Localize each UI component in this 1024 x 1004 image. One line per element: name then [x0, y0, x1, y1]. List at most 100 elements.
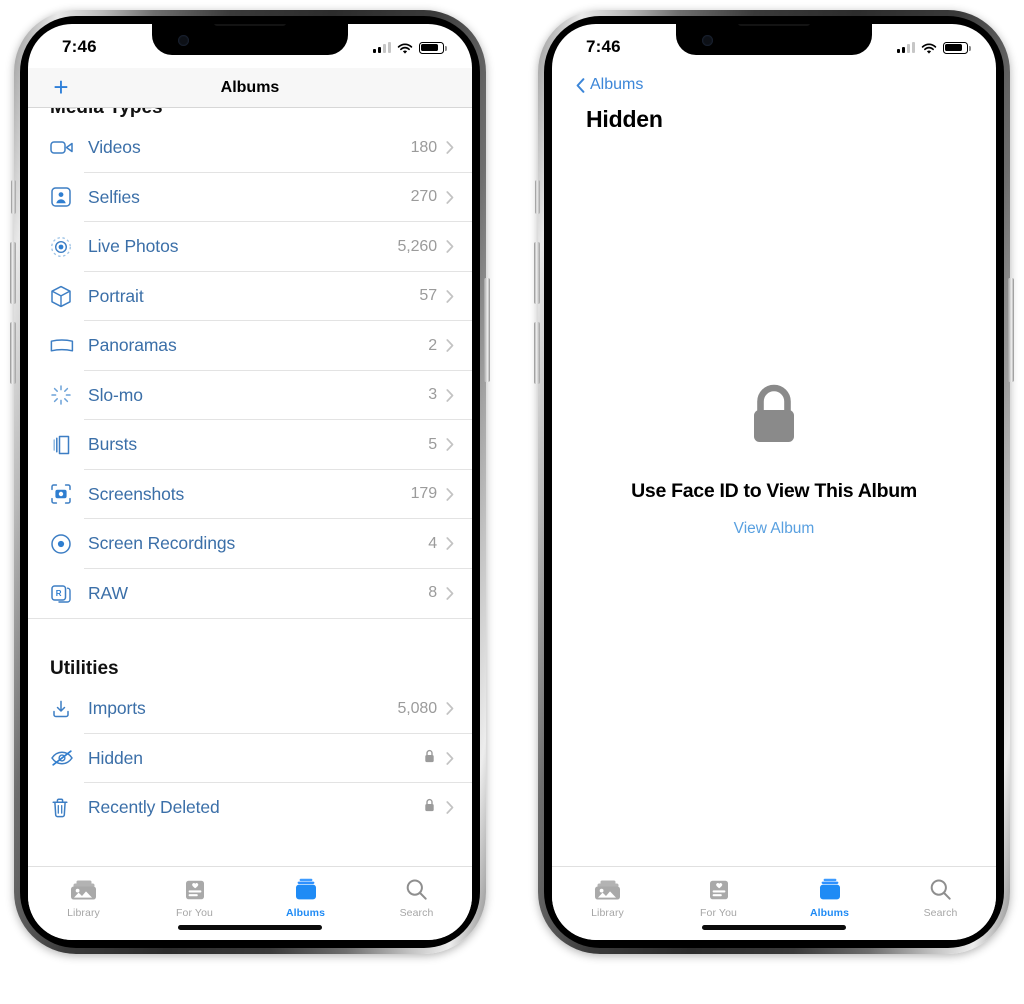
- volume-down-button[interactable]: [10, 322, 16, 384]
- selfie-person-icon: [50, 184, 80, 210]
- status-time: 7:46: [586, 37, 621, 56]
- chevron-right-icon: [446, 289, 454, 303]
- imports-icon: [50, 696, 80, 722]
- list-item-label: Screen Recordings: [88, 533, 236, 554]
- chevron-right-icon: [446, 141, 454, 155]
- chevron-right-icon: [446, 487, 454, 501]
- list-item[interactable]: R RAW 8: [28, 569, 472, 619]
- back-button[interactable]: Albums: [576, 76, 643, 94]
- add-album-button[interactable]: +: [50, 74, 72, 100]
- notch: [676, 24, 872, 55]
- list-item[interactable]: Videos 180: [28, 123, 472, 173]
- portrait-cube-icon: [50, 283, 80, 309]
- chevron-right-icon: [446, 801, 454, 815]
- list-item-label: Panoramas: [88, 335, 177, 356]
- list-item[interactable]: Screen Recordings 4: [28, 519, 472, 569]
- tab-label: Albums: [285, 907, 326, 919]
- mute-switch[interactable]: [11, 180, 16, 214]
- chevron-right-icon: [446, 537, 454, 551]
- tab-search[interactable]: Search: [885, 877, 996, 919]
- lock-closed-icon: [424, 798, 435, 817]
- view-album-button[interactable]: View Album: [734, 520, 815, 538]
- section-header-media-types: Media Types: [28, 108, 472, 123]
- list-item-count: 270: [410, 188, 438, 206]
- tab-for-you[interactable]: For You: [663, 877, 774, 919]
- tab-bar: Library For You Albums Search: [28, 866, 472, 940]
- list-item-count: 5,080: [397, 699, 437, 717]
- tab-library[interactable]: Library: [28, 877, 139, 919]
- list-item-label: Videos: [88, 137, 141, 158]
- list-item[interactable]: Bursts 5: [28, 420, 472, 470]
- section-header-utilities: Utilities: [50, 658, 119, 679]
- list-item-label: RAW: [88, 582, 128, 603]
- list-item[interactable]: Recently Deleted: [28, 783, 472, 833]
- for-you-card-icon: [184, 877, 206, 902]
- list-item-label: Screenshots: [88, 483, 185, 504]
- list-item[interactable]: Live Photos 5,260: [28, 222, 472, 272]
- mute-switch[interactable]: [535, 180, 540, 214]
- tab-albums[interactable]: Albums: [250, 877, 361, 919]
- raw-icon: R: [50, 580, 80, 606]
- library-photos-icon: [594, 877, 621, 902]
- list-item[interactable]: Selfies 270: [28, 173, 472, 222]
- list-item-count: 3: [428, 386, 437, 404]
- home-indicator[interactable]: [178, 924, 322, 930]
- library-photos-icon: [70, 877, 97, 902]
- albums-list[interactable]: Media Types Videos 180 Selfies 2: [28, 108, 472, 866]
- chevron-right-icon: [446, 388, 454, 402]
- utilities-rows: Imports 5,080 Hidden Recently Deleted: [28, 684, 472, 833]
- chevron-right-icon: [446, 586, 454, 600]
- locked-headline: Use Face ID to View This Album: [631, 479, 917, 502]
- list-item[interactable]: Slo-mo 3: [28, 371, 472, 420]
- list-item-label: Bursts: [88, 434, 137, 455]
- front-camera-icon: [178, 35, 189, 46]
- phone-hidden-album: 7:46 Albums Hidden Use Face ID to View T…: [534, 10, 1014, 954]
- chevron-right-icon: [446, 190, 454, 204]
- power-button[interactable]: [484, 278, 490, 382]
- locked-album-state: Use Face ID to View This Album View Albu…: [552, 132, 996, 866]
- media-types-rows: Videos 180 Selfies 270 Live Photos 5,260…: [28, 123, 472, 618]
- volume-up-button[interactable]: [10, 242, 16, 304]
- battery-icon: [943, 41, 971, 54]
- tab-label: For You: [700, 907, 737, 919]
- list-item-label: Hidden: [88, 747, 143, 768]
- live-photo-icon: [50, 234, 80, 260]
- navigation-bar: Albums: [552, 68, 996, 98]
- tab-search[interactable]: Search: [361, 877, 472, 919]
- tab-albums[interactable]: Albums: [774, 877, 885, 919]
- list-item-label: Live Photos: [88, 236, 179, 257]
- slo-mo-icon: [50, 382, 80, 408]
- chevron-left-icon: [576, 77, 585, 93]
- tab-for-you[interactable]: For You: [139, 877, 250, 919]
- list-item[interactable]: Portrait 57: [28, 272, 472, 321]
- home-indicator[interactable]: [702, 924, 846, 930]
- tab-library[interactable]: Library: [552, 877, 663, 919]
- list-item[interactable]: Panoramas 2: [28, 321, 472, 371]
- list-item-count: 5,260: [397, 237, 437, 255]
- tab-label: Library: [591, 907, 624, 919]
- earpiece-speaker: [738, 24, 810, 26]
- tab-label: For You: [176, 907, 213, 919]
- battery-icon: [419, 41, 447, 54]
- screenshots-icon: [50, 481, 80, 507]
- list-item-count: 2: [428, 336, 437, 354]
- list-item-count: 8: [428, 584, 437, 602]
- list-item[interactable]: Imports 5,080: [28, 684, 472, 734]
- bursts-icon: [50, 432, 80, 458]
- volume-down-button[interactable]: [534, 322, 540, 384]
- front-camera-icon: [702, 35, 713, 46]
- tab-label: Search: [923, 907, 958, 919]
- list-item-label: Recently Deleted: [88, 797, 220, 818]
- list-item[interactable]: Hidden: [28, 734, 472, 783]
- power-button[interactable]: [1008, 278, 1014, 382]
- svg-text:R: R: [56, 589, 62, 598]
- back-button-label: Albums: [590, 76, 644, 93]
- navigation-bar: + Albums: [28, 68, 472, 108]
- chevron-right-icon: [446, 751, 454, 765]
- list-item[interactable]: Screenshots 179: [28, 470, 472, 519]
- albums-stack-icon: [294, 877, 318, 902]
- screen-recording-icon: [50, 531, 80, 557]
- search-magnifier-icon: [929, 877, 952, 902]
- volume-up-button[interactable]: [534, 242, 540, 304]
- chevron-right-icon: [446, 240, 454, 254]
